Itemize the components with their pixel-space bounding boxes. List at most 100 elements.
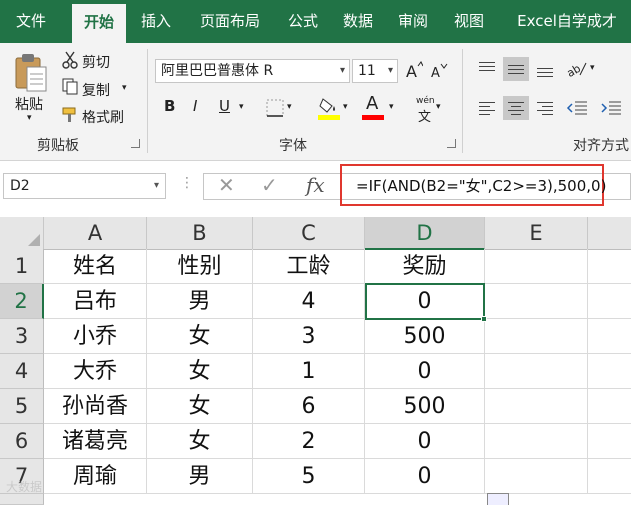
- tab-insert[interactable]: 插入: [130, 0, 182, 43]
- phonetic-dropdown-icon[interactable]: ▾: [436, 102, 441, 112]
- quick-analysis-icon[interactable]: [487, 493, 509, 505]
- cell-b4[interactable]: 女: [147, 354, 253, 389]
- column-header-b[interactable]: B: [147, 217, 253, 250]
- font-launcher-icon[interactable]: [447, 139, 456, 148]
- row-header-3[interactable]: 3: [0, 319, 44, 354]
- cell-c7[interactable]: 5: [253, 459, 365, 494]
- font-name-combo[interactable]: 阿里巴巴普惠体 R ▾: [155, 59, 350, 83]
- row-header-5[interactable]: 5: [0, 389, 44, 424]
- tab-data[interactable]: 数据: [333, 0, 383, 43]
- row-header-2[interactable]: 2: [0, 284, 44, 319]
- font-size-combo[interactable]: 11 ▾: [352, 59, 398, 83]
- column-header-e[interactable]: E: [485, 217, 588, 250]
- cell-e3[interactable]: [485, 319, 588, 354]
- cell-c1[interactable]: 工龄: [253, 249, 365, 284]
- cell-c3[interactable]: 3: [253, 319, 365, 354]
- row-header-8[interactable]: [0, 494, 44, 505]
- cell-a4[interactable]: 大乔: [44, 354, 147, 389]
- tab-view[interactable]: 视图: [444, 0, 494, 43]
- cell-e4[interactable]: [485, 354, 588, 389]
- fill-color-icon[interactable]: [318, 96, 340, 124]
- decrease-indent-icon[interactable]: [566, 98, 588, 122]
- copy-dropdown-icon[interactable]: ▾: [122, 83, 127, 93]
- column-header-d[interactable]: D: [365, 217, 485, 250]
- cell-f5[interactable]: [588, 389, 631, 424]
- cell-b6[interactable]: 女: [147, 424, 253, 459]
- cell-b5[interactable]: 女: [147, 389, 253, 424]
- cell-f7[interactable]: [588, 459, 631, 494]
- font-color-glyph[interactable]: A: [366, 93, 378, 114]
- font-color-dropdown-icon[interactable]: ▾: [389, 102, 394, 112]
- insert-function-icon[interactable]: fx: [306, 173, 325, 197]
- cell-f3[interactable]: [588, 319, 631, 354]
- align-left-button[interactable]: [474, 96, 500, 120]
- underline-dropdown-icon[interactable]: ▾: [239, 102, 244, 112]
- decrease-font-size-icon[interactable]: A: [430, 62, 448, 84]
- formula-input[interactable]: =IF(AND(B2="女",C2>=3),500,0): [356, 175, 606, 196]
- row-header-1[interactable]: 1: [0, 249, 44, 284]
- cell-b2[interactable]: 男: [147, 284, 253, 319]
- row-header-4[interactable]: 4: [0, 354, 44, 389]
- cancel-icon[interactable]: ✕: [218, 173, 235, 197]
- enter-icon[interactable]: ✓: [261, 173, 278, 197]
- phonetic-guide-label[interactable]: wén: [416, 96, 435, 106]
- bottom-align-button[interactable]: [532, 57, 558, 81]
- cell-c2[interactable]: 4: [253, 284, 365, 319]
- borders-dropdown-icon[interactable]: ▾: [287, 102, 292, 112]
- cell-d6[interactable]: 0: [365, 424, 485, 459]
- cell-e1[interactable]: [485, 249, 588, 284]
- copy-icon[interactable]: [62, 78, 78, 99]
- cell-e7[interactable]: [485, 459, 588, 494]
- cell-a7[interactable]: 周瑜: [44, 459, 147, 494]
- tab-file[interactable]: 文件: [4, 0, 58, 43]
- underline-button[interactable]: U: [219, 97, 230, 115]
- tab-review[interactable]: 审阅: [388, 0, 438, 43]
- align-center-button[interactable]: [503, 96, 529, 120]
- cell-d5[interactable]: 500: [365, 389, 485, 424]
- column-header-f[interactable]: [588, 217, 631, 250]
- increase-font-size-icon[interactable]: A: [405, 60, 424, 84]
- clipboard-launcher-icon[interactable]: [131, 139, 140, 148]
- cell-a1[interactable]: 姓名: [44, 249, 147, 284]
- cell-a2[interactable]: 吕布: [44, 284, 147, 319]
- format-painter-icon[interactable]: [62, 106, 80, 127]
- cell-c5[interactable]: 6: [253, 389, 365, 424]
- align-right-button[interactable]: [532, 96, 558, 120]
- name-box[interactable]: D2 ▾: [3, 173, 166, 199]
- increase-indent-icon[interactable]: [600, 98, 622, 122]
- orientation-icon[interactable]: ab: [565, 59, 588, 83]
- top-align-button[interactable]: [474, 57, 500, 81]
- bold-button[interactable]: B: [164, 97, 175, 115]
- tab-formulas[interactable]: 公式: [278, 0, 328, 43]
- cell-d4[interactable]: 0: [365, 354, 485, 389]
- cell-b1[interactable]: 性别: [147, 249, 253, 284]
- select-all-corner[interactable]: [0, 217, 44, 250]
- cell-f6[interactable]: [588, 424, 631, 459]
- cell-e6[interactable]: [485, 424, 588, 459]
- column-header-c[interactable]: C: [253, 217, 365, 250]
- fill-color-dropdown-icon[interactable]: ▾: [343, 102, 348, 112]
- tab-page-layout[interactable]: 页面布局: [188, 0, 272, 43]
- borders-icon[interactable]: [266, 99, 284, 121]
- format-painter-label[interactable]: 格式刷: [82, 107, 124, 127]
- cell-d1[interactable]: 奖励: [365, 249, 485, 284]
- more-options-icon[interactable]: ⋮: [180, 175, 194, 191]
- cell-a6[interactable]: 诸葛亮: [44, 424, 147, 459]
- paste-icon[interactable]: [14, 53, 48, 97]
- middle-align-button[interactable]: [503, 57, 529, 81]
- cell-f1[interactable]: [588, 249, 631, 284]
- cell-c4[interactable]: 1: [253, 354, 365, 389]
- cell-d3[interactable]: 500: [365, 319, 485, 354]
- cell-d7[interactable]: 0: [365, 459, 485, 494]
- cell-b3[interactable]: 女: [147, 319, 253, 354]
- cell-e5[interactable]: [485, 389, 588, 424]
- cell-f2[interactable]: [588, 284, 631, 319]
- row-header-6[interactable]: 6: [0, 424, 44, 459]
- cut-label[interactable]: 剪切: [82, 52, 110, 72]
- tab-home[interactable]: 开始: [72, 4, 126, 43]
- scissors-icon[interactable]: [62, 51, 78, 73]
- copy-label[interactable]: 复制: [82, 80, 110, 100]
- paste-label[interactable]: 粘贴: [15, 94, 43, 114]
- phonetic-guide-char[interactable]: 文: [418, 106, 431, 125]
- cell-a3[interactable]: 小乔: [44, 319, 147, 354]
